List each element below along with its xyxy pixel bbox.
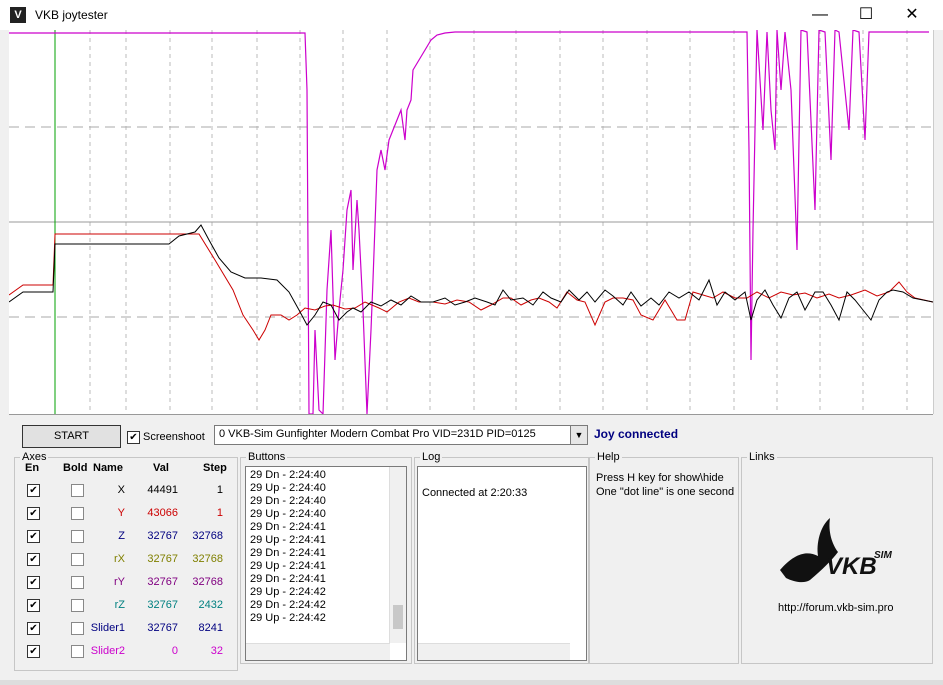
log-group: Log Connected at 2:20:33 xyxy=(414,451,589,664)
axis-step: 32768 xyxy=(192,553,223,565)
log-horizontal-scrollbar[interactable] xyxy=(418,643,570,660)
x-axis-trace xyxy=(9,224,933,326)
close-button[interactable]: ✕ xyxy=(889,0,935,30)
header-val: Val xyxy=(153,462,169,474)
help-line-1: Press H key for show\hide xyxy=(596,472,724,484)
axis-step: 8241 xyxy=(198,622,223,634)
screenshot-label: Screenshoot xyxy=(143,431,205,443)
forum-link[interactable]: http://forum.vkb-sim.pro xyxy=(778,602,894,614)
links-group: Links VKB SIM http://forum.vkb-sim.pro xyxy=(741,451,933,664)
header-step: Step xyxy=(203,462,227,474)
window-title: VKB joytester xyxy=(35,8,108,22)
screenshot-checkbox[interactable]: ✔ xyxy=(127,431,140,444)
connection-status: Joy connected xyxy=(594,427,679,441)
button-event-row: 29 Dn - 2:24:42 xyxy=(250,599,326,611)
device-select[interactable]: 0 VKB-Sim Gunfighter Modern Combat Pro V… xyxy=(214,425,588,445)
header-name: Name xyxy=(93,462,123,474)
buttons-group: Buttons 29 Dn - 2:24:40 29 Up - 2:24:40 29… xyxy=(240,451,412,664)
links-group-title: Links xyxy=(747,451,777,463)
log-group-title: Log xyxy=(420,451,443,463)
axis-step: 2432 xyxy=(198,599,223,611)
trace-svg xyxy=(9,30,933,414)
axis-trace-plot xyxy=(9,30,934,414)
chevron-down-icon[interactable]: ▼ xyxy=(570,426,587,444)
log-textbox[interactable]: Connected at 2:20:33 xyxy=(417,466,587,661)
app-icon: V xyxy=(10,7,26,23)
button-event-row: 29 Up - 2:24:40 xyxy=(250,508,326,520)
log-text: Connected at 2:20:33 xyxy=(422,487,528,499)
buttons-vertical-scrollbar[interactable] xyxy=(389,467,406,643)
y-axis-trace xyxy=(9,233,933,341)
maximize-button[interactable]: ☐ xyxy=(843,0,889,30)
start-button[interactable]: START xyxy=(22,425,121,448)
control-panel: START ✔ Screenshoot 0 VKB-Sim Gunfighter… xyxy=(9,414,933,681)
device-select-value: 0 VKB-Sim Gunfighter Modern Combat Pro V… xyxy=(219,428,536,440)
buttons-horizontal-scrollbar[interactable] xyxy=(246,643,390,660)
button-event-row: 29 Dn - 2:24:40 xyxy=(250,469,326,481)
buttons-log-list[interactable]: 29 Dn - 2:24:40 29 Up - 2:24:40 29 Dn - 2:… xyxy=(245,466,407,661)
help-group: Help Press H key for show\hide One "dot … xyxy=(589,451,739,664)
button-event-row: 29 Up - 2:24:40 xyxy=(250,482,326,494)
axis-step: 32 xyxy=(210,645,223,657)
button-event-row: 29 Up - 2:24:41 xyxy=(250,560,326,572)
axis-step: 32768 xyxy=(192,530,223,542)
button-event-row: 29 Up - 2:24:42 xyxy=(250,586,326,598)
title-bar: V VKB joytester — ☐ ✕ xyxy=(0,0,943,30)
button-event-row: 29 Dn - 2:24:41 xyxy=(250,573,326,585)
axis-step: 1 xyxy=(216,484,223,496)
help-group-title: Help xyxy=(595,451,622,463)
logo-text: VKB xyxy=(826,553,877,580)
background-window-edge xyxy=(0,680,943,685)
button-event-row: 29 Dn - 2:24:41 xyxy=(250,521,326,533)
button-event-row: 29 Up - 2:24:42 xyxy=(250,612,326,624)
button-event-row: 29 Dn - 2:24:40 xyxy=(250,495,326,507)
axes-group: Axes En Bold Name Val Step ✔ X 44491 1 ✔ Y 430… xyxy=(14,451,238,671)
header-en: En xyxy=(25,462,40,474)
axis-step: 1 xyxy=(216,507,223,519)
scroll-thumb[interactable] xyxy=(393,605,403,629)
button-event-row: 29 Up - 2:24:41 xyxy=(250,534,326,546)
buttons-group-title: Buttons xyxy=(246,451,288,463)
help-line-2: One "dot line" is one second xyxy=(596,486,735,498)
axis-step: 32768 xyxy=(192,576,223,588)
header-bold: Bold xyxy=(63,462,88,474)
vkb-sim-logo[interactable]: VKB SIM xyxy=(776,514,896,594)
minimize-button[interactable]: — xyxy=(797,0,843,30)
logo-superscript: SIM xyxy=(874,550,892,561)
button-event-row: 29 Dn - 2:24:41 xyxy=(250,547,326,559)
